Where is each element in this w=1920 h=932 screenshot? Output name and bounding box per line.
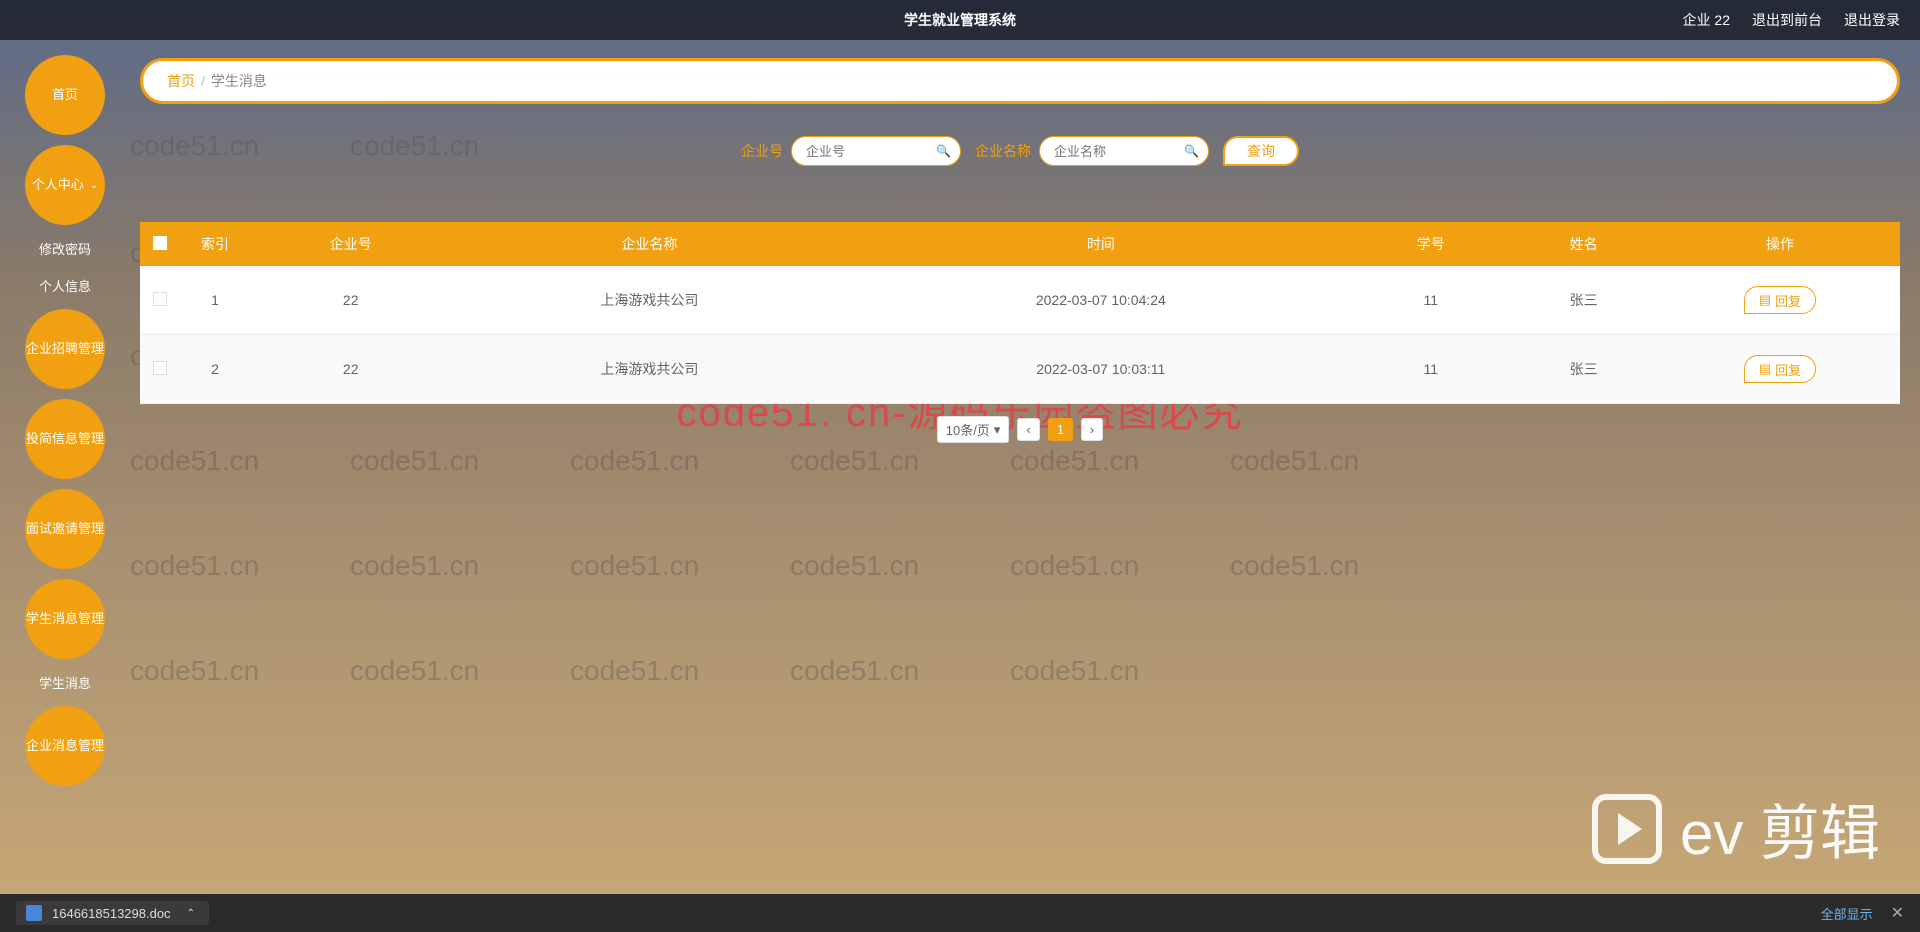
watermark: code51.cn xyxy=(1230,550,1359,582)
col-enterprise-no: 企业号 xyxy=(250,222,451,266)
search-enterprise-name-label: 企业名称 xyxy=(975,141,1031,161)
watermark: code51.cn xyxy=(350,445,479,477)
reply-button[interactable]: ▤ 回复 xyxy=(1744,355,1816,383)
sidebar-enterprise-msg-mgmt[interactable]: 企业消息管理 xyxy=(25,706,105,786)
cell-enterprise-name: 上海游戏共公司 xyxy=(451,335,847,404)
chevron-up-icon: ⌃ xyxy=(187,908,195,919)
download-bar: 1646618513298.doc ⌃ 全部显示 ✕ xyxy=(0,894,1920,932)
search-icon: 🔍 xyxy=(936,144,951,158)
watermark: code51.cn xyxy=(350,655,479,687)
cell-time: 2022-03-07 10:03:11 xyxy=(847,335,1354,404)
download-file[interactable]: 1646618513298.doc ⌃ xyxy=(16,901,209,925)
cell-index: 1 xyxy=(180,266,250,335)
watermark: code51.cn xyxy=(1010,655,1139,687)
ev-logo: ev 剪辑 xyxy=(1592,785,1880,872)
page-size-label: 10条/页 xyxy=(946,420,990,439)
pagination: 10条/页 ▾ ‹ 1 › xyxy=(140,416,1900,443)
watermark: code51.cn xyxy=(570,655,699,687)
col-action: 操作 xyxy=(1660,222,1900,266)
app-title: 学生就业管理系统 xyxy=(904,10,1016,30)
col-student-no: 学号 xyxy=(1354,222,1507,266)
search-enterprise-no-label: 企业号 xyxy=(741,141,783,161)
cell-enterprise-no: 22 xyxy=(250,266,451,335)
current-user[interactable]: 企业 22 xyxy=(1683,10,1730,30)
breadcrumb: 首页 / 学生消息 xyxy=(140,58,1900,104)
cell-student-no: 11 xyxy=(1354,335,1507,404)
sidebar-student-msg-mgmt[interactable]: 学生消息管理 xyxy=(25,579,105,659)
close-download-bar[interactable]: ✕ xyxy=(1891,903,1904,923)
sidebar-student-msg[interactable]: 学生消息 xyxy=(20,669,110,696)
breadcrumb-current: 学生消息 xyxy=(211,71,267,91)
sidebar-change-password[interactable]: 修改密码 xyxy=(20,235,110,262)
watermark: code51.cn xyxy=(790,550,919,582)
breadcrumb-sep: / xyxy=(201,73,205,89)
topbar: 学生就业管理系统 企业 22 退出到前台 退出登录 xyxy=(0,0,1920,40)
col-time: 时间 xyxy=(847,222,1354,266)
watermark: code51.cn xyxy=(350,550,479,582)
watermark: code51.cn xyxy=(570,550,699,582)
prev-page[interactable]: ‹ xyxy=(1017,418,1039,441)
sidebar-resume-mgmt[interactable]: 投简信息管理 xyxy=(25,399,105,479)
doc-icon xyxy=(26,905,42,921)
cell-enterprise-no: 22 xyxy=(250,335,451,404)
table-row: 1 22 上海游戏共公司 2022-03-07 10:04:24 11 张三 ▤… xyxy=(140,266,1900,335)
document-icon: ▤ xyxy=(1759,292,1771,308)
watermark: code51.cn xyxy=(570,445,699,477)
reply-button[interactable]: ▤ 回复 xyxy=(1744,286,1816,314)
exit-to-front[interactable]: 退出到前台 xyxy=(1752,10,1822,30)
cell-index: 2 xyxy=(180,335,250,404)
chevron-down-icon: ▾ xyxy=(994,422,1001,438)
page-1[interactable]: 1 xyxy=(1048,418,1073,441)
col-index: 索引 xyxy=(180,222,250,266)
sidebar-home[interactable]: 首页 xyxy=(25,55,105,135)
cell-name: 张三 xyxy=(1507,335,1660,404)
cell-time: 2022-03-07 10:04:24 xyxy=(847,266,1354,335)
cell-name: 张三 xyxy=(1507,266,1660,335)
page-size-select[interactable]: 10条/页 ▾ xyxy=(937,416,1010,443)
watermark: code51.cn xyxy=(790,655,919,687)
sidebar-interview-mgmt[interactable]: 面试邀请管理 xyxy=(25,489,105,569)
watermark: code51.cn xyxy=(1230,445,1359,477)
watermark: code51.cn xyxy=(1010,445,1139,477)
sidebar-recruit-mgmt[interactable]: 企业招聘管理 xyxy=(25,309,105,389)
show-all-downloads[interactable]: 全部显示 xyxy=(1821,904,1873,923)
col-name: 姓名 xyxy=(1507,222,1660,266)
sidebar-personal-center-label: 个人中心 xyxy=(32,177,84,194)
select-all-checkbox[interactable] xyxy=(153,236,167,250)
row-checkbox[interactable] xyxy=(153,361,167,375)
table: 索引 企业号 企业名称 时间 学号 姓名 操作 1 22 上海游戏共公司 202… xyxy=(140,222,1900,404)
document-icon: ▤ xyxy=(1759,361,1771,377)
next-page[interactable]: › xyxy=(1081,418,1103,441)
watermark: code51.cn xyxy=(130,655,259,687)
search-icon: 🔍 xyxy=(1184,144,1199,158)
watermark: code51.cn xyxy=(790,445,919,477)
chevron-down-icon: ⌄ xyxy=(90,179,98,192)
download-filename: 1646618513298.doc xyxy=(52,906,171,921)
breadcrumb-home[interactable]: 首页 xyxy=(167,71,195,91)
table-row: 2 22 上海游戏共公司 2022-03-07 10:03:11 11 张三 ▤… xyxy=(140,335,1900,404)
col-enterprise-name: 企业名称 xyxy=(451,222,847,266)
sidebar: 首页 个人中心 ⌄ 修改密码 个人信息 企业招聘管理 投简信息管理 面试邀请管理… xyxy=(20,55,110,796)
sidebar-personal-info[interactable]: 个人信息 xyxy=(20,272,110,299)
cell-student-no: 11 xyxy=(1354,266,1507,335)
search-row: 企业号 🔍 企业名称 🔍 查询 xyxy=(140,136,1900,166)
logout[interactable]: 退出登录 xyxy=(1844,10,1900,30)
row-checkbox[interactable] xyxy=(153,292,167,306)
cell-enterprise-name: 上海游戏共公司 xyxy=(451,266,847,335)
watermark: code51.cn xyxy=(1010,550,1139,582)
watermark: code51.cn xyxy=(130,550,259,582)
sidebar-personal-center[interactable]: 个人中心 ⌄ xyxy=(25,145,105,225)
search-button[interactable]: 查询 xyxy=(1223,136,1299,166)
watermark: code51.cn xyxy=(130,445,259,477)
